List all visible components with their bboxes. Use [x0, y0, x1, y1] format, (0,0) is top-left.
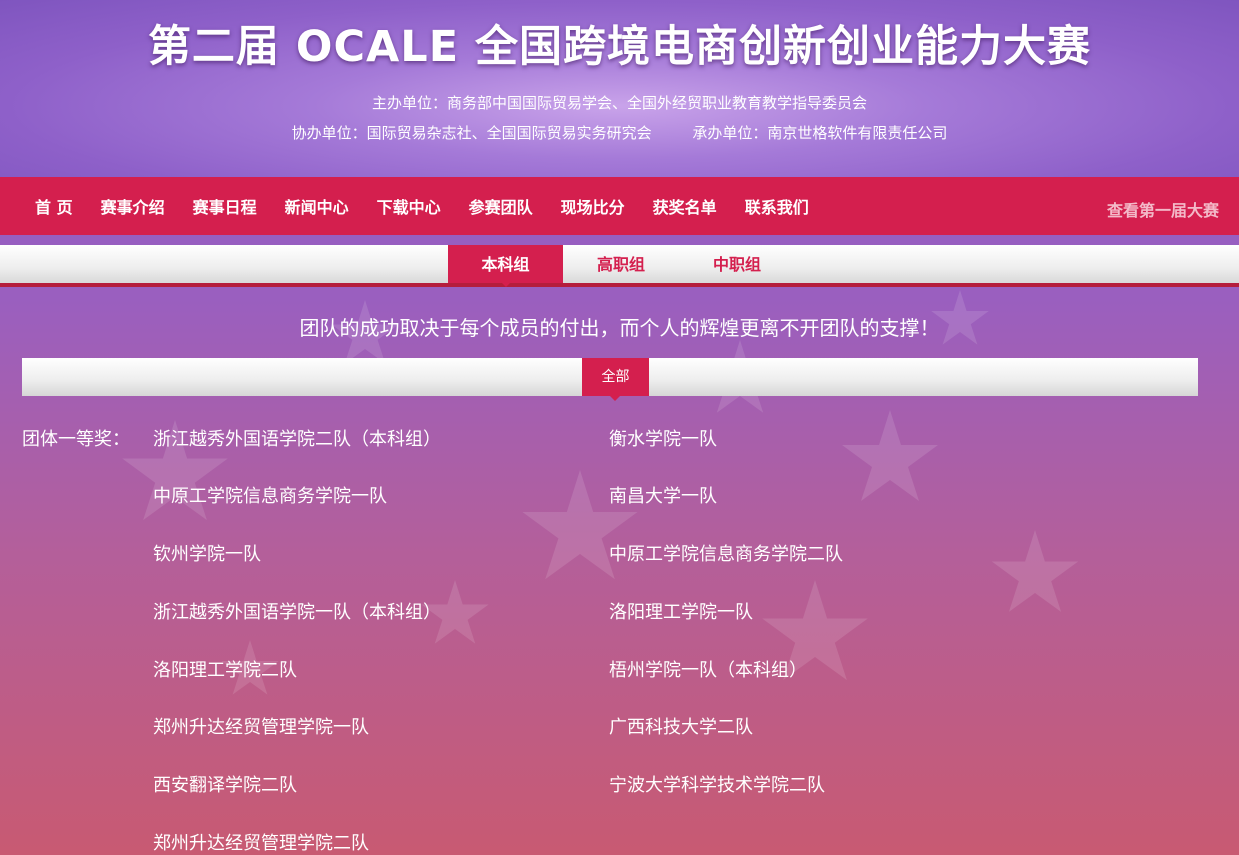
- group-tabs: 本科组 高职组 中职组: [0, 245, 1239, 287]
- nav-item-downloads[interactable]: 下载中心: [377, 194, 441, 218]
- page-title: 第二届 OCALE 全国跨境电商创新创业能力大赛: [147, 22, 1092, 72]
- award-label: 团体一等奖：: [22, 429, 130, 450]
- nav-item-contact[interactable]: 联系我们: [745, 194, 809, 218]
- team-item[interactable]: 广西科技大学二队: [609, 713, 753, 739]
- tab-secondary-vocational[interactable]: 中职组: [692, 245, 782, 283]
- team-item[interactable]: 钦州学院一队: [153, 540, 261, 566]
- page-header: 第二届 OCALE 全国跨境电商创新创业能力大赛 主办单位：商务部中国国际贸易学…: [0, 0, 1239, 177]
- team-item[interactable]: 梧州学院一队（本科组）: [609, 656, 807, 682]
- tab-vocational-college[interactable]: 高职组: [576, 245, 666, 283]
- nav-item-live-scores[interactable]: 现场比分: [561, 194, 625, 218]
- filter-bar: 全部: [22, 358, 1198, 401]
- nav-item-home[interactable]: 首 页: [35, 194, 73, 218]
- team-item[interactable]: 中原工学院信息商务学院二队: [609, 540, 843, 566]
- nav-item-teams[interactable]: 参赛团队: [469, 194, 533, 218]
- team-item[interactable]: 郑州升达经贸管理学院一队: [153, 713, 369, 739]
- team-item[interactable]: 洛阳理工学院二队: [153, 656, 297, 682]
- co-organizer-text: 协办单位：国际贸易杂志社、全国国际贸易实务研究会: [291, 124, 652, 142]
- team-item[interactable]: 宁波大学科学技术学院二队: [609, 771, 825, 797]
- undertaker-text: 承办单位：南京世格软件有限责任公司: [692, 124, 948, 142]
- team-item[interactable]: 浙江越秀外国语学院二队（本科组）: [153, 425, 441, 451]
- team-item[interactable]: 郑州升达经贸管理学院二队: [153, 829, 369, 855]
- nav-item-introduction[interactable]: 赛事介绍: [101, 194, 165, 218]
- nav-item-winners[interactable]: 获奖名单: [653, 194, 717, 218]
- team-item[interactable]: 浙江越秀外国语学院一队（本科组）: [153, 598, 441, 624]
- nav-item-schedule[interactable]: 赛事日程: [193, 194, 257, 218]
- team-item[interactable]: 中原工学院信息商务学院一队: [153, 482, 387, 508]
- co-organizer-line: 协办单位：国际贸易杂志社、全国国际贸易实务研究会 承办单位：南京世格软件有限责任…: [0, 122, 1239, 143]
- tab-undergraduate[interactable]: 本科组: [448, 245, 563, 287]
- filter-all-button[interactable]: 全部: [582, 358, 649, 401]
- nav-item-news[interactable]: 新闻中心: [285, 194, 349, 218]
- motto-text: 团队的成功取决于每个成员的付出，而个人的辉煌更离不开团队的支撑！: [299, 316, 940, 340]
- team-item[interactable]: 南昌大学一队: [609, 482, 717, 508]
- main-nav: 首 页 赛事介绍 赛事日程 新闻中心 下载中心 参赛团队 现场比分 获奖名单 联…: [0, 177, 1239, 235]
- organizer-text: 主办单位：商务部中国国际贸易学会、全国外经贸职业教育教学指导委员会: [371, 94, 867, 112]
- team-item[interactable]: 西安翻译学院二队: [153, 771, 297, 797]
- team-item[interactable]: 洛阳理工学院一队: [609, 598, 753, 624]
- team-item[interactable]: 衡水学院一队: [609, 425, 717, 451]
- first-contest-link[interactable]: 查看第一届大赛: [1107, 197, 1219, 221]
